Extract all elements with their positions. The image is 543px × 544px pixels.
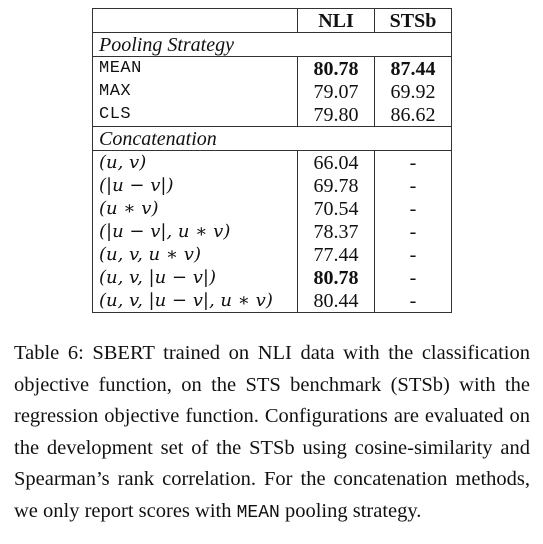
section-header-concatenation: Concatenation [92, 126, 452, 151]
caption-suffix: pooling strategy. [284, 499, 422, 522]
caption-mono-word: MEAN [236, 502, 280, 523]
header-stsb: STSb [374, 8, 452, 33]
stsb-value: 86.62 [374, 103, 452, 127]
section-title: Concatenation [92, 126, 452, 151]
table-caption: Table 6: SBERT trained on NLI data with … [14, 338, 530, 529]
nli-value: 79.80 [297, 103, 375, 127]
table-row: (u, v, |u − v|, u ∗ v) 80.44 - [92, 289, 452, 313]
table-row: (u, v) 66.04 - [92, 150, 452, 174]
nli-value: 70.54 [297, 197, 375, 220]
row-label: (u ∗ v) [92, 197, 298, 220]
header-empty [92, 8, 298, 33]
results-table: NLI STSb Pooling Strategy MEAN 80.78 87.… [92, 8, 452, 313]
table-row: (|u − v|, u ∗ v) 78.37 - [92, 220, 452, 243]
nli-value: 80.44 [297, 289, 375, 313]
row-label: (u, v, u ∗ v) [92, 243, 298, 266]
row-label: (|u − v|) [92, 174, 298, 197]
row-label: (u, v, |u − v|) [92, 266, 298, 289]
stsb-value: - [374, 174, 452, 197]
stsb-value: - [374, 289, 452, 313]
row-label: (|u − v|, u ∗ v) [92, 220, 298, 243]
stsb-value: 69.92 [374, 80, 452, 103]
table-row: CLS 79.80 86.62 [92, 103, 452, 127]
section-header-pooling: Pooling Strategy [92, 32, 452, 57]
stsb-value: 87.44 [374, 56, 452, 80]
stsb-value: - [374, 197, 452, 220]
table-row: (|u − v|) 69.78 - [92, 174, 452, 197]
row-label: CLS [92, 103, 298, 127]
table-row: (u, v, u ∗ v) 77.44 - [92, 243, 452, 266]
caption-text: Table 6: SBERT trained on NLI data with … [14, 342, 530, 522]
stsb-value: - [374, 220, 452, 243]
nli-value: 79.07 [297, 80, 375, 103]
table-row: MAX 79.07 69.92 [92, 80, 452, 103]
stsb-value: - [374, 266, 452, 289]
row-label: (u, v, |u − v|, u ∗ v) [92, 289, 298, 313]
row-label: (u, v) [92, 150, 298, 174]
table-row: MEAN 80.78 87.44 [92, 56, 452, 80]
section-title: Pooling Strategy [92, 32, 452, 57]
nli-value: 78.37 [297, 220, 375, 243]
row-label: MAX [92, 80, 298, 103]
nli-value: 69.78 [297, 174, 375, 197]
nli-value: 66.04 [297, 150, 375, 174]
row-label: MEAN [92, 56, 298, 80]
nli-value: 80.78 [297, 266, 375, 289]
header-row: NLI STSb [92, 8, 452, 33]
table-row: (u ∗ v) 70.54 - [92, 197, 452, 220]
stsb-value: - [374, 243, 452, 266]
table-row: (u, v, |u − v|) 80.78 - [92, 266, 452, 289]
nli-value: 80.78 [297, 56, 375, 80]
stsb-value: - [374, 150, 452, 174]
nli-value: 77.44 [297, 243, 375, 266]
header-nli: NLI [297, 8, 375, 33]
